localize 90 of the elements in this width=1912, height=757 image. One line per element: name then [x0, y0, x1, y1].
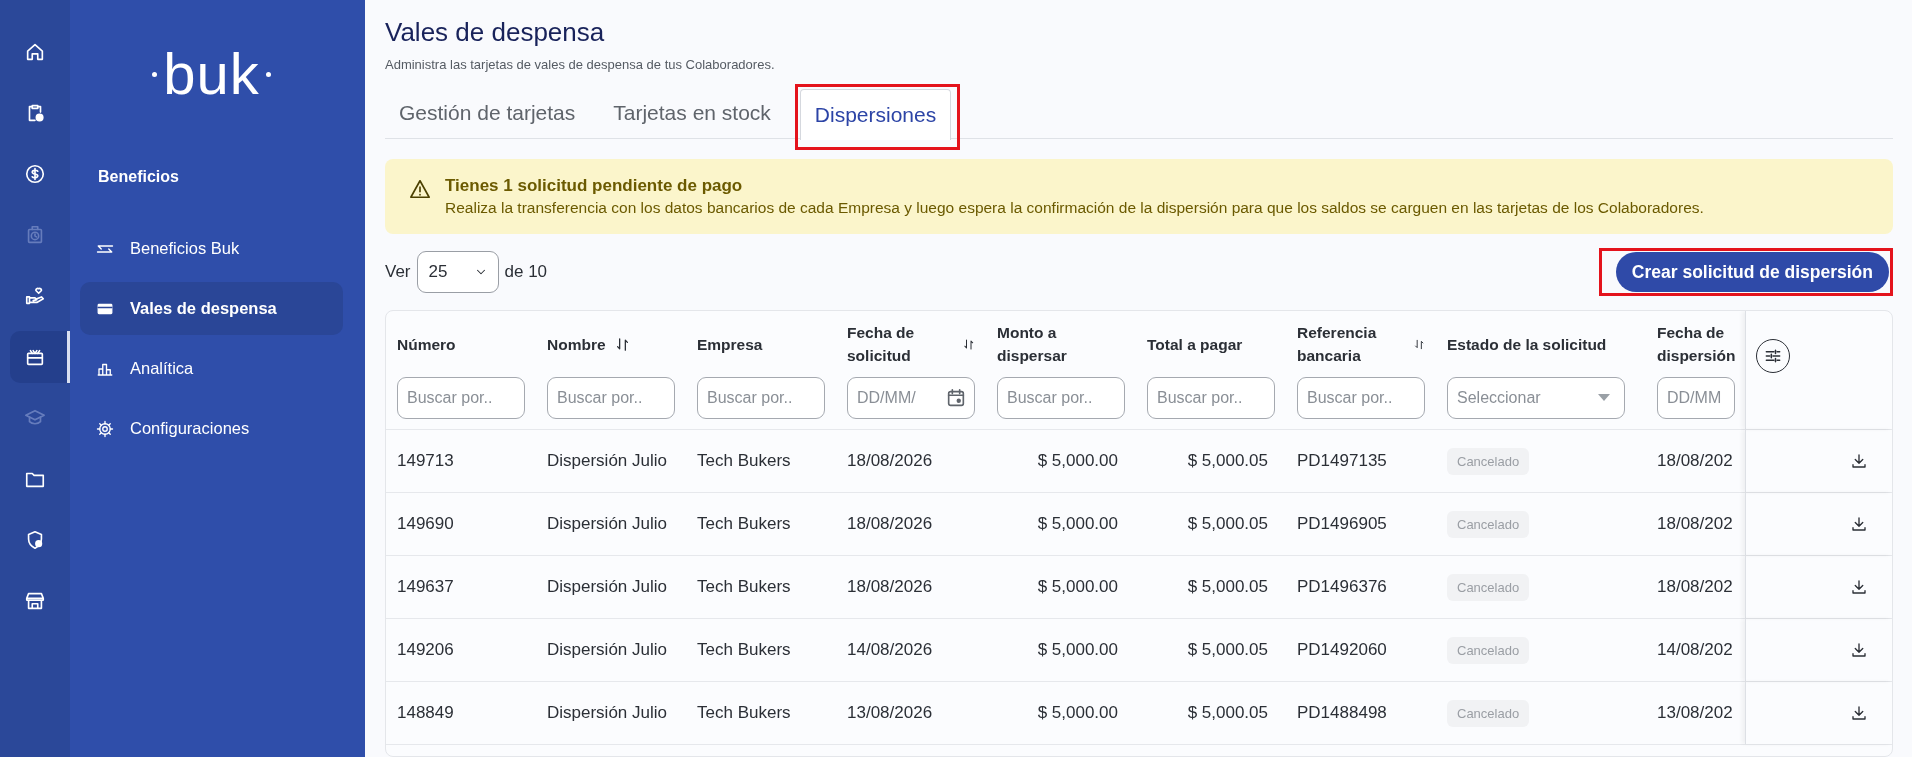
create-button[interactable]: Crear solicitud de dispersión — [1615, 252, 1889, 292]
table-cell: Tech Bukers — [697, 640, 791, 660]
column-header: Fecha de dispersión — [1657, 323, 1735, 366]
status-badge: Cancelado — [1447, 573, 1530, 601]
table-cell: Dispersión Julio — [547, 451, 667, 471]
sliders-icon — [1763, 346, 1783, 366]
table-cell: 149690 — [397, 514, 454, 534]
download-icon[interactable] — [1850, 704, 1868, 722]
table-cell: $ 5,000.05 — [1187, 703, 1268, 723]
table-cell: $ 5,000.00 — [1037, 451, 1118, 471]
table-cell: $ 5,000.00 — [1037, 640, 1118, 660]
date-field[interactable]: DD/MM/ — [847, 377, 975, 419]
table-cell: 18/08/202 — [1657, 451, 1733, 471]
gear-icon — [96, 419, 114, 438]
download-icon[interactable] — [1850, 452, 1868, 470]
sidebar-item[interactable]: Beneficios Buk — [80, 222, 343, 275]
rail-item[interactable] — [10, 331, 70, 383]
table-cell: Tech Bukers — [697, 703, 791, 723]
column-header: Nombre — [547, 334, 606, 355]
table-cell: 14/08/2026 — [847, 640, 933, 660]
table-cell: Dispersión Julio — [547, 577, 667, 597]
download-icon[interactable] — [1850, 515, 1868, 533]
table-cell: Tech Bukers — [697, 514, 791, 534]
sidebar-item[interactable]: Analítica — [80, 342, 343, 395]
page-size-label: Ver — [385, 262, 411, 282]
column-header: Referencia bancaria — [1297, 323, 1378, 366]
sidebar-item[interactable]: Vales de despensa — [80, 282, 343, 335]
table-cell: Dispersión Julio — [547, 514, 667, 534]
status-badge: Cancelado — [1447, 699, 1530, 727]
search-field[interactable]: Buscar por.. — [697, 377, 825, 419]
table-cell: PD1492060 — [1297, 640, 1387, 660]
table-cell: $ 5,000.05 — [1187, 577, 1268, 597]
column-header: Número — [397, 334, 456, 355]
search-field[interactable]: Buscar por.. — [1297, 377, 1425, 419]
section-title: Beneficios — [98, 168, 180, 186]
table-cell: Tech Bukers — [697, 577, 791, 597]
table-cell: $ 5,000.00 — [1037, 703, 1118, 723]
search-field[interactable]: Buscar por.. — [397, 377, 525, 419]
table-cell: $ 5,000.05 — [1187, 514, 1268, 534]
table-cell: 18/08/202 — [1657, 514, 1733, 534]
search-field[interactable]: Buscar por.. — [997, 377, 1125, 419]
tab[interactable]: Tarjetas en stock — [599, 88, 785, 138]
table-cell: PD1497135 — [1297, 451, 1387, 471]
column-header: Monto a dispersar — [997, 323, 1068, 366]
page-count: de 10 — [504, 262, 548, 282]
table-cell: PD1496376 — [1297, 577, 1387, 597]
page-size-select[interactable]: 25 — [416, 251, 499, 293]
status-badge: Cancelado — [1447, 447, 1530, 475]
alert-title: Tienes 1 solicitud pendiente de pago — [445, 176, 744, 196]
table-cell: 18/08/2026 — [847, 577, 933, 597]
table-cell: 13/08/2026 — [847, 703, 933, 723]
tab[interactable]: Gestión de tarjetas — [385, 88, 590, 138]
date-field[interactable]: DD/MM — [1657, 377, 1735, 419]
table-cell: 149637 — [397, 577, 454, 597]
dropdown-arrow-icon — [1598, 394, 1610, 402]
table-cell: 14/08/202 — [1657, 640, 1733, 660]
page-subtitle: Administra las tarjetas de vales de despensa de tus Colaboradores. — [385, 57, 776, 72]
buk-logo: buk — [152, 44, 271, 104]
table-cell: Dispersión Julio — [547, 640, 667, 660]
sidebar-item[interactable]: Configuraciones — [80, 402, 343, 455]
table-cell: 149206 — [397, 640, 454, 660]
table-cell: 148849 — [397, 703, 454, 723]
table-cell: PD1488498 — [1297, 703, 1387, 723]
download-icon[interactable] — [1850, 641, 1868, 659]
table-cell: 13/08/202 — [1657, 703, 1733, 723]
calendar-icon[interactable] — [945, 387, 967, 409]
search-field[interactable]: Buscar por.. — [547, 377, 675, 419]
column-header: Fecha de solicitud — [847, 323, 916, 366]
table-cell: 18/08/2026 — [847, 514, 933, 534]
table-cell: Dispersión Julio — [547, 703, 667, 723]
table-cell: 149713 — [397, 451, 454, 471]
download-icon[interactable] — [1850, 578, 1868, 596]
search-field[interactable]: Buscar por.. — [1147, 377, 1275, 419]
table-cell: Tech Bukers — [697, 451, 791, 471]
status-badge: Cancelado — [1447, 510, 1530, 538]
column-header: Empresa — [697, 334, 763, 355]
alert-message: Realiza la transferencia con los datos bancarios de cada Empresa y luego espera la confirmación de la dispersión para que los saldos se carguen en las tarjetas de los Colaboradores. — [445, 199, 1704, 217]
table-cell: $ 5,000.05 — [1187, 451, 1268, 471]
table-cell: $ 5,000.05 — [1187, 640, 1268, 660]
table-cell: $ 5,000.00 — [1037, 514, 1118, 534]
table-cell: 18/08/2026 — [847, 451, 933, 471]
table-cell: PD1496905 — [1297, 514, 1387, 534]
column-header: Total a pagar — [1147, 334, 1243, 355]
column-header: Estado de la solicitud — [1447, 334, 1607, 355]
status-badge: Cancelado — [1447, 636, 1530, 664]
tab[interactable]: Dispersiones — [799, 89, 952, 140]
warning-icon — [409, 178, 431, 200]
table-cell: $ 5,000.00 — [1037, 577, 1118, 597]
table-cell: 18/08/202 — [1657, 577, 1733, 597]
page-title: Vales de despensa — [385, 16, 606, 48]
